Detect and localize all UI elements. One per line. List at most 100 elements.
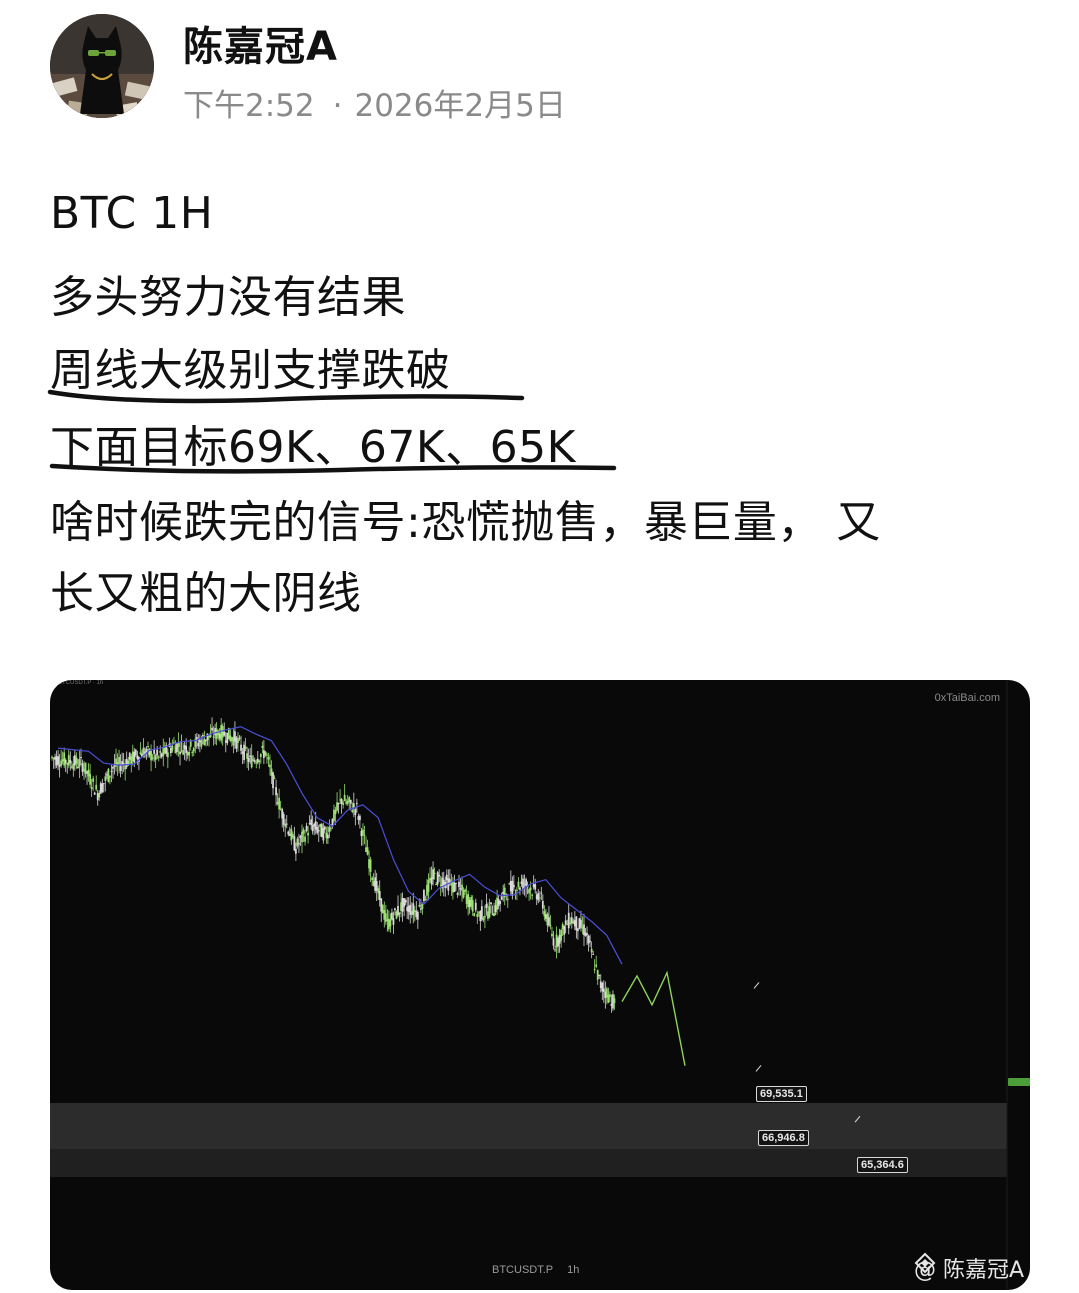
candle-body [586, 933, 588, 936]
candle-body [537, 893, 540, 901]
candle-body [244, 746, 247, 749]
candle-body [602, 988, 605, 992]
candle-body [516, 889, 518, 891]
candle-body [92, 778, 95, 782]
candle-body [499, 901, 502, 905]
candle-body [316, 827, 319, 833]
candle-body [305, 826, 308, 831]
candle-body [398, 912, 401, 914]
candle-body [352, 803, 355, 808]
post-line-2: 多头努力没有结果 [50, 272, 406, 323]
candle-body [166, 752, 169, 758]
candle-body [560, 930, 563, 941]
platform-watermark: @ 陈嘉冠A [914, 1252, 1024, 1284]
candle-body [471, 900, 474, 912]
candle-body [484, 915, 486, 918]
candle-body [298, 842, 300, 845]
candle-body [412, 903, 415, 915]
candle-body [261, 745, 264, 748]
candle-body [436, 872, 439, 885]
candle-body [590, 948, 593, 953]
candle-body [362, 829, 364, 836]
candle-body [159, 751, 162, 753]
candle-body [427, 880, 430, 892]
candle-body [57, 756, 59, 765]
candle-body [237, 738, 239, 743]
candle-body [461, 884, 463, 891]
candle-body [392, 918, 395, 925]
candle-body [302, 829, 305, 834]
candle-body [424, 899, 427, 901]
candle-body [63, 752, 66, 766]
candle-body [139, 752, 142, 754]
post-meta: 下午2:52 · 2026年2月5日 [183, 80, 566, 125]
candle-body [464, 889, 466, 892]
candle-body [267, 756, 270, 760]
candle-body [60, 760, 63, 766]
candle-body [351, 810, 354, 813]
candle-body [418, 904, 421, 907]
candle-body [587, 935, 590, 944]
candle-body [255, 762, 258, 764]
post-date: 2026年2月5日 [354, 88, 566, 124]
candle-body [78, 759, 81, 768]
candle-body [188, 752, 191, 756]
candle-body [595, 964, 598, 967]
level-label-69535: 69,535.1 [756, 1086, 807, 1102]
candle-body [488, 906, 491, 918]
chart-image[interactable]: BTCUSDT.P · 1h 0xTaiBai.com 69,535.1 66,… [50, 680, 1030, 1290]
candle-body [177, 743, 180, 747]
candle-body [493, 912, 495, 917]
candle-body [118, 756, 120, 765]
candle-body [197, 742, 200, 747]
candle-body [112, 766, 114, 769]
candle-body [343, 794, 346, 802]
candle-body [506, 898, 509, 900]
candle-body [394, 908, 396, 911]
candle-body [580, 919, 582, 928]
avatar[interactable] [50, 14, 154, 118]
post-line-5: 啥时候跌完的信号:恐慌抛售，暴巨量， 又 [50, 497, 881, 548]
author-name[interactable]: 陈嘉冠A [183, 14, 338, 72]
candle-body [476, 914, 479, 917]
candle-body [359, 815, 361, 821]
candle-body [272, 772, 274, 789]
candle-body [200, 740, 203, 747]
candle-body [154, 755, 157, 761]
candle-body [453, 882, 456, 892]
candle-body [266, 754, 268, 756]
candle-body [598, 974, 601, 976]
candle-body [223, 731, 226, 736]
candle-body [485, 903, 488, 908]
candle-body [525, 879, 527, 887]
candle-body [512, 884, 515, 888]
candle-body [171, 745, 174, 751]
candle-body [564, 920, 567, 925]
candle-body [421, 903, 424, 909]
candle-body [455, 882, 457, 884]
candle-body [541, 900, 544, 909]
level-label-66946: 66,946.8 [758, 1130, 809, 1146]
meta-separator: · [332, 88, 343, 124]
candle-body [576, 928, 579, 932]
candle-body [122, 762, 125, 764]
level-label-65364: 65,364.6 [857, 1157, 908, 1173]
candle-body [240, 744, 242, 751]
candle-body [51, 756, 53, 758]
candle-body [404, 900, 407, 903]
candle-body [613, 998, 616, 1004]
candle-body [473, 913, 476, 917]
candle-body [609, 994, 611, 998]
candle-body [253, 760, 256, 763]
moving-average-line [57, 726, 623, 965]
candle-body [334, 809, 337, 814]
candle-body [119, 765, 122, 771]
post-line-6: 长又粗的大阴线 [50, 568, 362, 619]
candle-body [342, 802, 345, 805]
candle-body [355, 803, 358, 805]
candle-body [304, 836, 306, 842]
candle-body [432, 869, 434, 880]
candle-body [293, 836, 296, 851]
candle-body [238, 737, 241, 739]
candle-body [480, 906, 483, 920]
